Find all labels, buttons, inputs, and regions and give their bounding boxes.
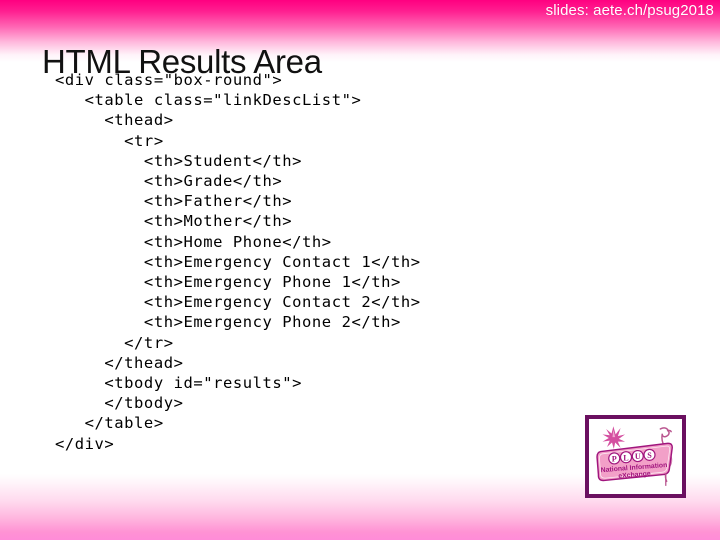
svg-text:L: L: [623, 453, 629, 462]
svg-text:P: P: [612, 454, 617, 463]
plus-nix-logo-icon: P L U S National Information eXchange: [596, 426, 673, 486]
html-code-block: <div class="box-round"> <table class="li…: [55, 70, 421, 454]
slide: slides: aete.ch/psug2018 HTML Results Ar…: [0, 0, 720, 540]
logo-box: P L U S National Information eXchange: [585, 415, 686, 498]
code-content: <div class="box-round"> <table class="li…: [55, 71, 421, 453]
svg-text:U: U: [635, 452, 641, 461]
slides-url-text: slides: aete.ch/psug2018: [545, 2, 714, 19]
svg-text:S: S: [647, 451, 652, 460]
svg-text:eXchange: eXchange: [618, 471, 651, 481]
starburst-icon: [602, 426, 626, 449]
